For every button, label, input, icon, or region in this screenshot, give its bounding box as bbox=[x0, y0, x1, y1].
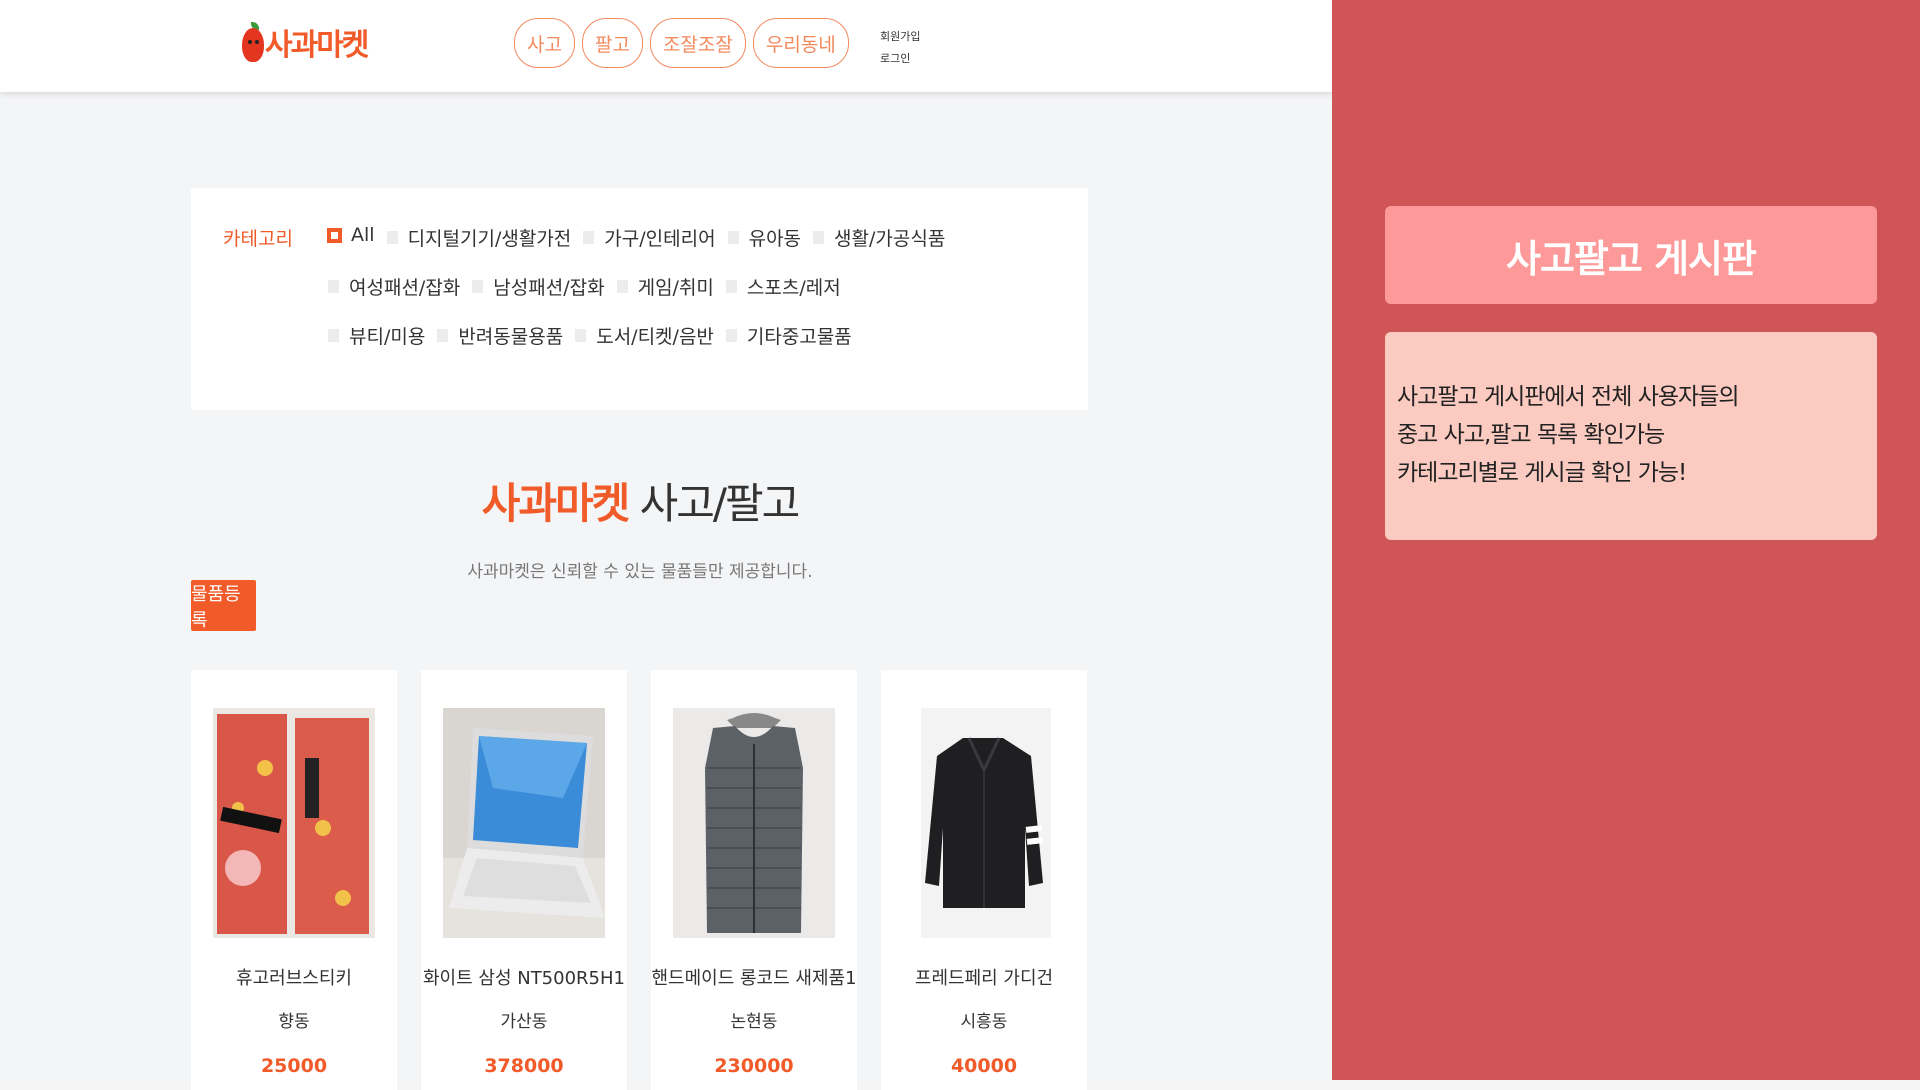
product-image bbox=[903, 708, 1065, 938]
category-filter: 카테고리 All 디지털기기/생활가전 가구/인테리어 유아동 생활/가공식품여성패션/… bbox=[191, 188, 1088, 410]
category-row: All 디지털기기/생활가전 가구/인테리어 유아동 생활/가공식품 bbox=[327, 224, 945, 273]
category-row: 여성패션/잡화 남성패션/잡화 게임/취미 스포츠/레저 bbox=[328, 273, 945, 322]
sidebar-description: 사고팔고 게시판에서 전체 사용자들의 중고 사고,팔고 목록 확인가능 카테고… bbox=[1385, 332, 1877, 540]
category-label: 유아동 bbox=[748, 228, 802, 250]
category-option[interactable]: 뷰티/미용 bbox=[328, 322, 425, 349]
category-checkbox[interactable] bbox=[328, 329, 339, 342]
category-option[interactable]: 스포츠/레저 bbox=[725, 273, 841, 300]
login-link[interactable]: 로그인 bbox=[880, 48, 920, 70]
category-label: 도서/티켓/음반 bbox=[596, 326, 714, 348]
product-name: 프레드페리 가디건 bbox=[914, 968, 1054, 989]
market-page: 사과마켓 사고 팔고 조잘조잘 우리동네 회원가입 로그인 카테고리 All 디지… bbox=[0, 0, 1332, 1090]
category-label: All bbox=[351, 224, 375, 246]
category-title: 카테고리 bbox=[223, 228, 293, 250]
category-checkbox[interactable] bbox=[575, 329, 587, 342]
category-option[interactable]: 남성패션/잡화 bbox=[472, 273, 605, 300]
sidebar-line: 카테고리별로 게시글 확인 가능! bbox=[1397, 460, 1687, 486]
sidebar-title: 사고팔고 게시판 bbox=[1385, 206, 1877, 304]
nav-neighborhood[interactable]: 우리동네 bbox=[752, 18, 849, 68]
category-option[interactable]: 유아동 bbox=[727, 224, 802, 251]
product-name: 휴고러브스티키 bbox=[236, 968, 352, 989]
category-row: 뷰티/미용 반려동물용품 도서/티켓/음반 기타중고물품 bbox=[328, 322, 945, 371]
page-title-rest: 사고/팔고 bbox=[628, 479, 801, 528]
product-image bbox=[673, 708, 835, 938]
top-navigation-bar: 사과마켓 사고 팔고 조잘조잘 우리동네 회원가입 로그인 bbox=[0, 0, 1332, 92]
category-label: 가구/인테리어 bbox=[604, 228, 716, 250]
category-checkbox[interactable] bbox=[725, 280, 737, 293]
product-list: 휴고러브스티키 향동 25000 화이트 삼성 NT500R5H1 가산동 37… bbox=[191, 670, 1087, 1090]
sidebar-line: 사고팔고 게시판에서 전체 사용자들의 bbox=[1397, 384, 1740, 410]
sidebar-line: 중고 사고,팔고 목록 확인가능 bbox=[1397, 422, 1665, 448]
description-sidebar: 사고팔고 게시판 사고팔고 게시판에서 전체 사용자들의 중고 사고,팔고 목록… bbox=[1332, 0, 1920, 1080]
category-option[interactable]: 가구/인테리어 bbox=[583, 224, 716, 251]
category-option[interactable]: 생활/가공식품 bbox=[813, 224, 945, 251]
category-option[interactable]: 여성패션/잡화 bbox=[328, 273, 460, 300]
category-label: 생활/가공식품 bbox=[834, 228, 946, 250]
category-checkbox[interactable] bbox=[583, 231, 595, 244]
category-checkbox[interactable] bbox=[437, 329, 449, 342]
logo[interactable]: 사과마켓 bbox=[242, 20, 369, 64]
page-title-brand: 사과마켓 bbox=[481, 479, 631, 528]
signup-link[interactable]: 회원가입 bbox=[880, 26, 920, 48]
auth-links: 회원가입 로그인 bbox=[880, 26, 920, 70]
category-option[interactable]: 도서/티켓/음반 bbox=[575, 322, 714, 349]
product-name: 화이트 삼성 NT500R5H1 bbox=[422, 968, 625, 989]
register-item-button[interactable]: 물품등록 bbox=[191, 580, 256, 631]
category-label: 뷰티/미용 bbox=[349, 326, 426, 348]
product-card[interactable]: 프레드페리 가디건 시흥동 40000 bbox=[881, 670, 1087, 1090]
product-image bbox=[443, 708, 605, 938]
nav-sell[interactable]: 팔고 bbox=[581, 18, 643, 68]
category-option[interactable]: 반려동물용품 bbox=[437, 322, 563, 349]
page-title: 사과마켓 사고/팔고 bbox=[0, 470, 1280, 531]
main-nav: 사고 팔고 조잘조잘 우리동네 bbox=[514, 18, 849, 68]
category-option[interactable]: All bbox=[327, 224, 375, 246]
product-location: 시흥동 bbox=[960, 1012, 1008, 1032]
category-label: 기타중고물품 bbox=[746, 326, 852, 348]
category-option[interactable]: 디지털기기/생활가전 bbox=[386, 224, 572, 251]
category-label: 반려동물용품 bbox=[458, 326, 564, 348]
category-checkbox[interactable] bbox=[616, 280, 628, 293]
category-checkbox[interactable] bbox=[725, 329, 737, 342]
product-card[interactable]: 휴고러브스티키 향동 25000 bbox=[191, 670, 397, 1090]
category-label: 디지털기기/생활가전 bbox=[407, 228, 572, 250]
category-option[interactable]: 게임/취미 bbox=[616, 273, 714, 300]
nav-buy[interactable]: 사고 bbox=[514, 18, 575, 68]
product-price: 378000 bbox=[484, 1055, 564, 1077]
nav-chat[interactable]: 조잘조잘 bbox=[649, 18, 746, 68]
product-location: 가산동 bbox=[500, 1012, 548, 1032]
category-label: 여성패션/잡화 bbox=[349, 277, 461, 299]
page-subtitle: 사과마켓은 신뢰할 수 있는 물품들만 제공합니다. bbox=[467, 562, 813, 582]
product-image bbox=[213, 708, 375, 938]
category-checkbox[interactable] bbox=[328, 280, 339, 293]
product-price: 230000 bbox=[714, 1055, 794, 1077]
category-checkbox[interactable] bbox=[327, 227, 342, 243]
category-label: 스포츠/레저 bbox=[746, 277, 841, 299]
category-option[interactable]: 기타중고물품 bbox=[725, 322, 852, 349]
category-checkbox[interactable] bbox=[386, 231, 398, 244]
product-card[interactable]: 핸드메이드 롱코드 새제품1 논현동 230000 bbox=[651, 670, 857, 1090]
category-label: 게임/취미 bbox=[637, 277, 714, 299]
category-checkbox[interactable] bbox=[727, 231, 739, 244]
product-location: 향동 bbox=[278, 1012, 310, 1032]
product-price: 25000 bbox=[260, 1055, 328, 1077]
product-location: 논현동 bbox=[730, 1012, 778, 1032]
category-checkbox[interactable] bbox=[472, 280, 484, 293]
logo-text: 사과마켓 bbox=[265, 28, 369, 63]
product-name: 핸드메이드 롱코드 새제품1 bbox=[651, 968, 857, 989]
category-options: All 디지털기기/생활가전 가구/인테리어 유아동 생활/가공식품여성패션/잡화 남성패… bbox=[327, 224, 945, 371]
apple-logo-icon bbox=[242, 22, 264, 62]
product-card[interactable]: 화이트 삼성 NT500R5H1 가산동 378000 bbox=[421, 670, 627, 1090]
category-checkbox[interactable] bbox=[813, 231, 825, 244]
category-label: 남성패션/잡화 bbox=[493, 277, 605, 299]
product-price: 40000 bbox=[950, 1055, 1018, 1077]
